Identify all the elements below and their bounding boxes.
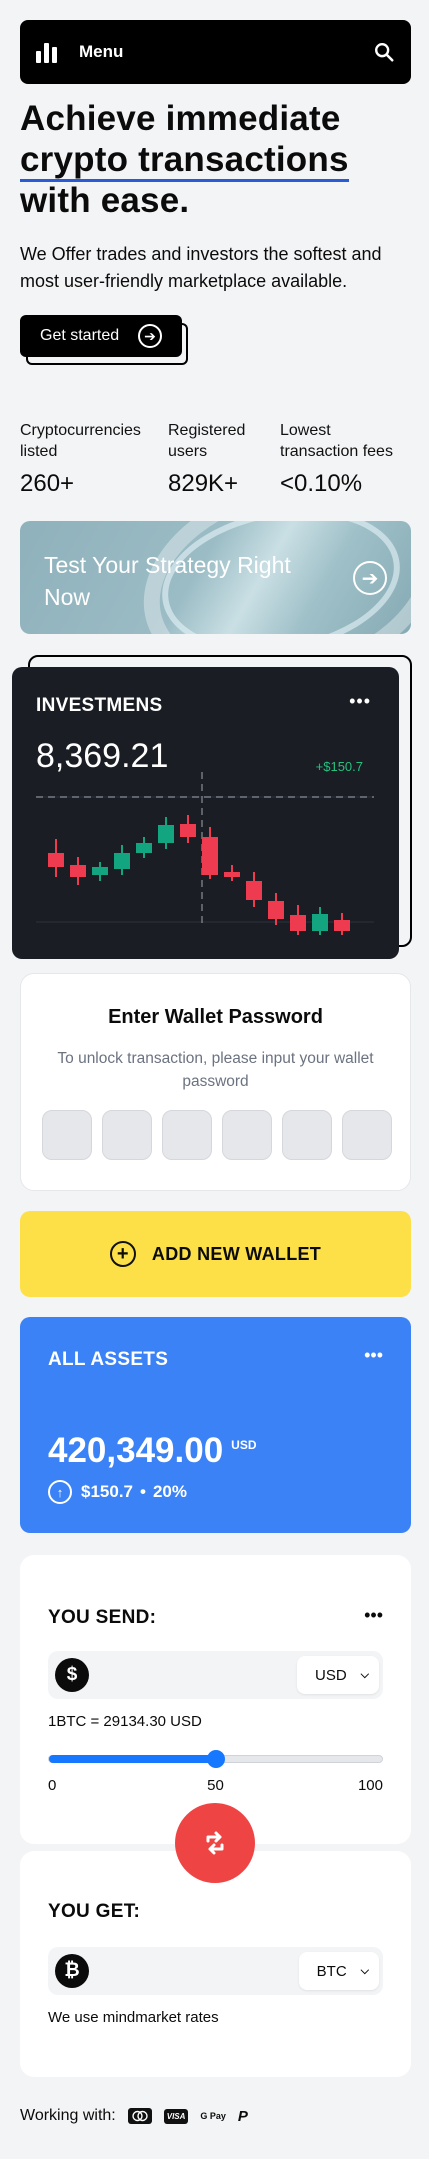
strategy-text: Test Your Strategy Right Now [44, 552, 291, 610]
candle-up [158, 825, 174, 843]
swap-icon [206, 1831, 224, 1855]
send-card: YOU SEND: ••• $ USD ⌵ 1BTC = 29134.30 USD… [20, 1555, 411, 1844]
assets-currency: USD [231, 1438, 257, 1453]
menu-button[interactable]: Menu [79, 42, 123, 62]
password-digit-box[interactable] [342, 1110, 392, 1160]
get-card: YOU GET: ₿ BTC ⌵ We use mindmarket rates [20, 1851, 411, 2077]
add-wallet-button[interactable]: + ADD NEW WALLET [20, 1211, 411, 1297]
wallet-password-description: To unlock transaction, please input your… [57, 1050, 374, 1090]
candle-down [246, 881, 262, 900]
candle-down [70, 865, 86, 877]
strategy-banner[interactable]: Test Your Strategy Right Now ➔ [20, 521, 411, 634]
wallet-password-title: Enter Wallet Password [108, 1006, 323, 1028]
wallet-password-card: Enter Wallet Password To unlock transact… [20, 973, 411, 1191]
more-icon[interactable]: ••• [364, 1345, 383, 1366]
get-started-button[interactable]: Get started ➔ [20, 315, 182, 357]
visa-icon: VISA [163, 2108, 189, 2124]
arrow-up-icon: ↑ [48, 1480, 72, 1504]
amount-slider[interactable] [48, 1750, 383, 1768]
slider-handle[interactable] [206, 1750, 225, 1768]
candle-down [268, 901, 284, 919]
hero-subtitle: We Offer trades and investors the softes… [20, 244, 382, 291]
stat-item: Lowest transaction fees <0.10% [280, 422, 393, 497]
candle-up [312, 914, 328, 931]
password-digit-box[interactable] [282, 1110, 332, 1160]
send-amount-field[interactable]: $ USD ⌵ [48, 1651, 383, 1699]
arrow-right-icon[interactable]: ➔ [353, 561, 387, 595]
dollar-icon: $ [55, 1658, 89, 1692]
candle-down [224, 872, 240, 877]
candle-down [334, 920, 350, 931]
password-digit-box[interactable] [102, 1110, 152, 1160]
gpay-icon: G Pay [200, 2111, 226, 2121]
search-icon[interactable] [373, 41, 395, 63]
exchange-rate: 1BTC = 29134.30 USD [48, 1713, 202, 1730]
password-digit-box[interactable] [222, 1110, 272, 1160]
swap-button[interactable] [175, 1803, 255, 1883]
candlestick-chart [36, 772, 374, 935]
password-digit-box[interactable] [42, 1110, 92, 1160]
rates-note: We use mindmarket rates [48, 2009, 219, 2026]
send-title: YOU SEND: [48, 1607, 157, 1628]
assets-change-row: ↑ $150.7 • 20% [48, 1480, 187, 1504]
stat-item: Cryptocurrencies listed 260+ [20, 422, 141, 497]
candle-down [48, 853, 64, 867]
slider-fill [49, 1755, 216, 1763]
chevron-down-icon: ⌵ [360, 1668, 369, 1681]
candle-up [92, 867, 108, 875]
arrow-right-icon: ➔ [138, 324, 162, 348]
mastercard-icon [127, 2108, 152, 2124]
candle-down [180, 824, 196, 837]
get-amount-field[interactable]: ₿ BTC ⌵ [48, 1947, 383, 1995]
candle-down [202, 837, 218, 875]
all-assets-card: ALL ASSETS ••• 420,349.00 USD ↑ $150.7 • … [20, 1317, 411, 1533]
password-digit-box[interactable] [162, 1110, 212, 1160]
assets-balance: 420,349.00 USD [48, 1431, 257, 1470]
top-nav: Menu [20, 20, 411, 84]
candle-down [290, 915, 306, 931]
footer: Working with: VISA G Pay P [20, 2107, 248, 2125]
chevron-down-icon: ⌵ [360, 1964, 369, 1977]
get-currency-select[interactable]: BTC ⌵ [298, 1952, 379, 1990]
get-title: YOU GET: [48, 1901, 141, 1922]
send-currency-select[interactable]: USD ⌵ [296, 1656, 379, 1694]
bitcoin-icon: ₿ [55, 1954, 89, 1988]
stat-item: Registered users 829K+ [168, 422, 246, 497]
hero-title: Achieve immediate crypto transactions wi… [20, 99, 349, 220]
more-icon[interactable]: ••• [364, 1605, 383, 1626]
password-boxes [42, 1110, 392, 1160]
assets-title: ALL ASSETS [48, 1349, 169, 1370]
plus-icon: + [109, 1241, 136, 1267]
stats-row: Cryptocurrencies listed 260+ Registered … [20, 420, 415, 498]
candle-up [114, 853, 130, 869]
candle-up [136, 843, 152, 853]
investments-card: INVESTMENS ••• 8,369.21 +$150.7 [12, 667, 399, 959]
bars-logo-icon[interactable] [36, 41, 57, 63]
paypal-icon: P [237, 2107, 248, 2125]
